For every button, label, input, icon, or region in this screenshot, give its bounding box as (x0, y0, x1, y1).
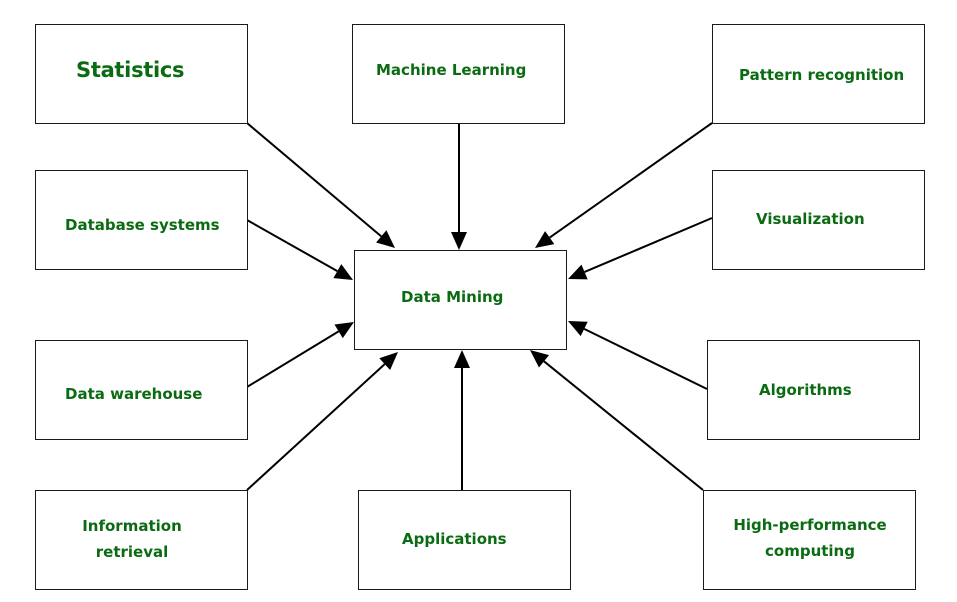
node-label-pattern-recognition: Pattern recognition (739, 66, 905, 84)
node-label-applications: Applications (402, 530, 507, 548)
node-label-line: retrieval (95, 543, 169, 561)
edge-line-database-systems (246, 219, 338, 273)
node-label-statistics: Statistics (76, 58, 185, 82)
arrowhead-icon (334, 322, 354, 339)
node-label-line: Information (82, 517, 182, 535)
edge-line-algorithms (583, 328, 708, 390)
edge-line-pattern-recognition (549, 122, 713, 239)
node-label-data-mining: Data Mining (401, 288, 504, 306)
node-label-information-retrieval: Information retrieval (72, 513, 192, 565)
node-label-database-systems: Database systems (65, 216, 220, 234)
edge-line-statistics (246, 122, 382, 238)
node-label-line: computing (765, 542, 855, 560)
node-label-visualization: Visualization (756, 210, 865, 228)
edge-line-information-retrieval (246, 363, 386, 491)
arrowhead-icon (376, 230, 395, 248)
node-label-data-warehouse: Data warehouse (65, 385, 203, 403)
diagram-canvas: Data Mining Statistics Machine Learning … (0, 0, 957, 602)
arrowhead-icon (535, 231, 555, 248)
node-label-algorithms: Algorithms (759, 381, 852, 399)
arrowhead-icon (333, 264, 353, 280)
edge-line-visualization (584, 217, 713, 273)
edge-line-data-warehouse (246, 330, 340, 388)
edge-line-high-performance-computing (543, 360, 704, 491)
node-label-line: High-performance (733, 516, 887, 534)
arrowhead-icon (454, 350, 470, 368)
node-label-machine-learning: Machine Learning (376, 61, 527, 79)
arrowhead-icon (451, 232, 467, 250)
arrowhead-icon (530, 350, 550, 368)
node-label-high-performance-computing: High-performance computing (725, 512, 895, 564)
